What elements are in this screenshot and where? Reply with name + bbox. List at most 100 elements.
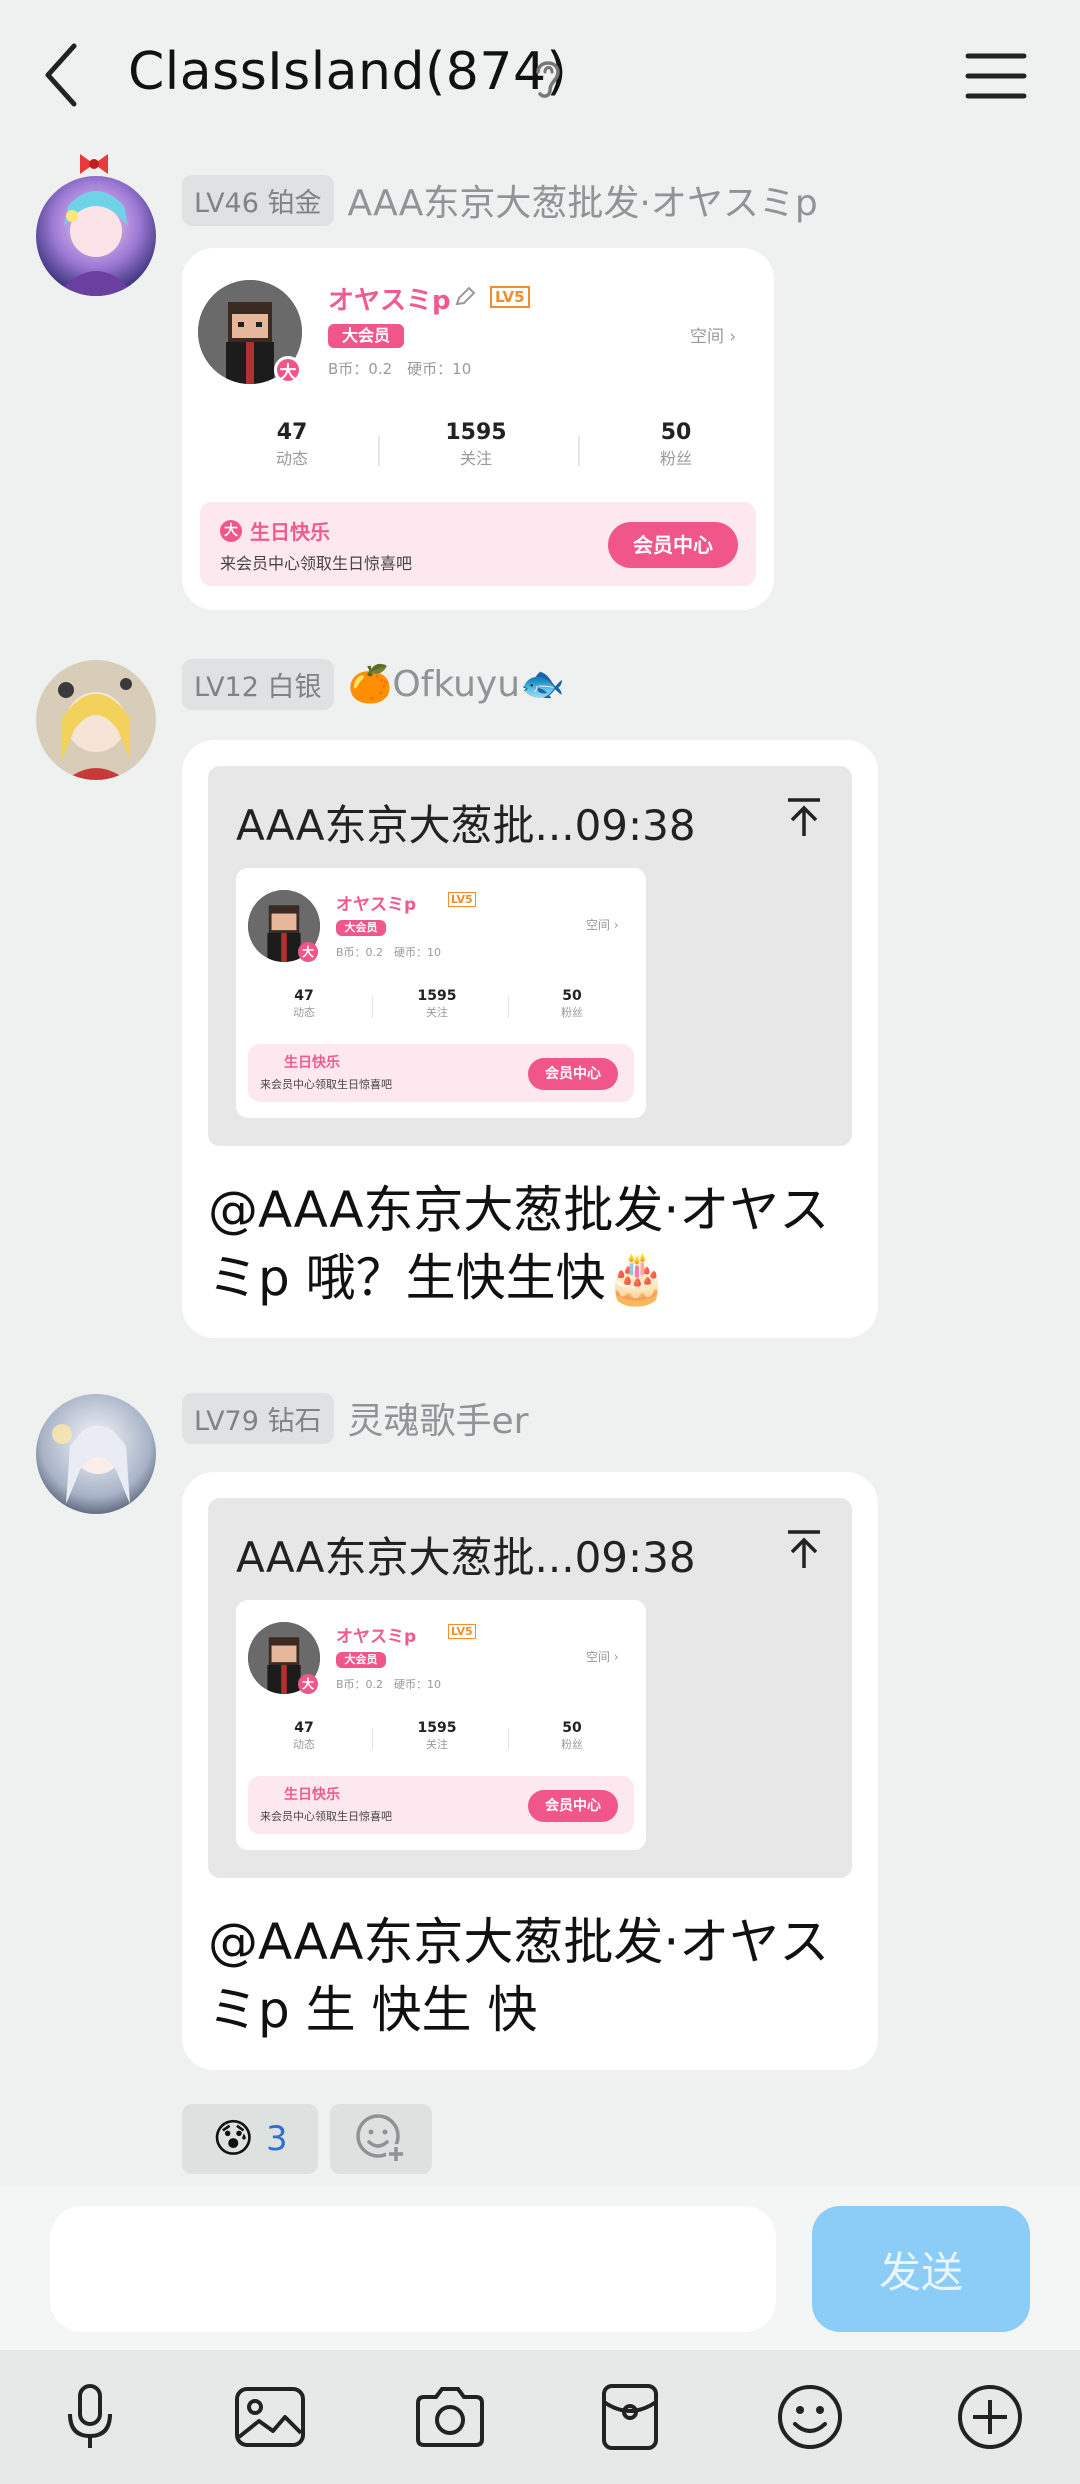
- stat-fans: 50 粉丝: [561, 1720, 583, 1751]
- vip-badge: 大会员: [336, 1652, 386, 1668]
- birthday-title: 生日快乐: [284, 1787, 340, 1803]
- quoted-header: AAA东京大葱批...09:38: [236, 801, 696, 850]
- stat-posts: 47 动态: [275, 420, 308, 468]
- stat-following: 1595 关注: [417, 1720, 457, 1751]
- reaction-count: 3: [266, 2119, 288, 2159]
- level-badge: LV79 钻石: [182, 1392, 334, 1444]
- divider: [378, 436, 380, 466]
- profile-name: オヤスミp: [336, 895, 417, 915]
- user-level-badge: LV5: [448, 892, 476, 907]
- plus-icon: [958, 2385, 1022, 2449]
- quoted-reply[interactable]: AAA东京大葱批...09:38 大 オヤスミp LV5 大会员 B币：0.2 …: [208, 1498, 852, 1878]
- camera-icon: [416, 2387, 484, 2447]
- stat-following: 1595 关注: [417, 988, 457, 1019]
- jump-to-top-icon[interactable]: [784, 1528, 824, 1572]
- message-bubble[interactable]: AAA东京大葱批...09:38 大 オヤスミp LV5 大会员 B币：0.2 …: [182, 1472, 878, 2070]
- message-text: @AAA东京大葱批发·オヤス ミp 哦？生快生快🎂: [208, 1181, 830, 1307]
- avatar[interactable]: [36, 1394, 156, 1514]
- reaction-chip[interactable]: 😰 3: [182, 2104, 318, 2174]
- back-arrow-icon[interactable]: [38, 40, 88, 110]
- divider: [508, 1728, 509, 1750]
- vip-dot: 大: [298, 942, 318, 962]
- red-packet-button[interactable]: [590, 2380, 670, 2454]
- profile-card-thumbnail: 大 オヤスミp LV5 大会员 B币：0.2 硬币：10 空间 › 47 动态 …: [236, 1600, 646, 1850]
- menu-icon[interactable]: [964, 50, 1028, 102]
- vip-dot: 大: [298, 1674, 318, 1694]
- quoted-reply[interactable]: AAA东京大葱批...09:38 大 オヤスミp LV5 大会员 B币：0.2 …: [208, 766, 852, 1146]
- space-link: 空间 ›: [586, 918, 619, 932]
- stat-following: 1595 关注: [445, 420, 507, 468]
- vip-badge: 大会员: [328, 324, 404, 348]
- image-button[interactable]: [230, 2380, 310, 2454]
- edit-icon: [455, 286, 476, 306]
- message-bubble[interactable]: AAA东京大葱批...09:38 大 オヤスミp LV5 大会员 B币：0.2 …: [182, 740, 878, 1338]
- vip-dot: 大: [274, 356, 302, 384]
- birthday-dot-icon: 大: [220, 520, 242, 542]
- mic-icon: [68, 2384, 112, 2448]
- divider: [508, 996, 509, 1018]
- avatar[interactable]: [36, 176, 156, 296]
- message-meta: LV12 白银 🍊Ofkuyu🐟: [182, 658, 565, 710]
- plus-button[interactable]: [950, 2380, 1030, 2454]
- emoji-icon: [778, 2385, 842, 2449]
- profile-name: オヤスミp: [328, 286, 451, 316]
- avatar[interactable]: [36, 660, 156, 780]
- add-reaction-button[interactable]: [330, 2104, 432, 2174]
- divider: [372, 996, 373, 1018]
- message-bubble[interactable]: 大 オヤスミp LV5 大会员 B币：0.2 硬币：10 空间 › 47 动态 …: [182, 248, 774, 610]
- message-meta: LV79 钻石 灵魂歌手er: [182, 1392, 529, 1444]
- birthday-title: 生日快乐: [250, 520, 330, 544]
- birthday-subtitle: 来会员中心领取生日惊喜吧: [260, 1078, 392, 1091]
- send-button[interactable]: 发送: [812, 2206, 1030, 2332]
- camera-button[interactable]: [410, 2380, 490, 2454]
- birthday-title: 生日快乐: [284, 1055, 340, 1071]
- vip-center-button: 会员中心: [528, 1790, 618, 1822]
- chevron-right-icon: ›: [729, 327, 737, 347]
- birthday-subtitle: 来会员中心领取生日惊喜吧: [220, 554, 413, 573]
- vip-center-button[interactable]: 会员中心: [608, 522, 738, 568]
- divider: [372, 1728, 373, 1750]
- user-level-badge: LV5: [490, 286, 530, 308]
- profile-name: オヤスミp: [336, 1627, 417, 1647]
- reaction-emoji: 😰: [212, 2116, 255, 2162]
- chat-header: ClassIsland(874): [0, 0, 1080, 150]
- stat-fans: 50 粉丝: [659, 420, 692, 468]
- coin-info: B币：0.2 硬币：10: [336, 946, 442, 959]
- message-text: @AAA东京大葱批发·オヤス ミp 生 快生 快: [208, 1913, 830, 2039]
- space-link[interactable]: 空间 ›: [690, 322, 736, 347]
- sender-name[interactable]: 灵魂歌手er: [348, 1392, 529, 1444]
- birthday-subtitle: 来会员中心领取生日惊喜吧: [260, 1810, 392, 1823]
- jump-to-top-icon[interactable]: [784, 796, 824, 840]
- divider: [578, 436, 580, 466]
- quoted-header: AAA东京大葱批...09:38: [236, 1533, 696, 1582]
- sender-name[interactable]: 🍊Ofkuyu🐟: [348, 663, 565, 705]
- ear-icon[interactable]: [528, 52, 568, 102]
- birthday-banner: 生日快乐 来会员中心领取生日惊喜吧 会员中心: [248, 1044, 634, 1102]
- stat-posts: 47 动态: [293, 1720, 315, 1751]
- mic-button[interactable]: [50, 2380, 130, 2454]
- stat-fans: 50 粉丝: [561, 988, 583, 1019]
- chat-title: ClassIsland(874): [128, 42, 568, 102]
- space-label: 空间: [690, 327, 724, 347]
- vip-badge: 大会员: [336, 920, 386, 936]
- image-icon: [235, 2387, 305, 2447]
- user-level-badge: LV5: [448, 1624, 476, 1639]
- message-meta: LV46 铂金 AAA东京大葱批发·オヤスミp: [182, 174, 818, 226]
- level-badge: LV46 铂金: [182, 174, 334, 226]
- coin-info: B币：0.2 硬币：10: [336, 1678, 442, 1691]
- birthday-banner[interactable]: 大 生日快乐 来会员中心领取生日惊喜吧 会员中心: [200, 502, 756, 586]
- birthday-banner: 生日快乐 来会员中心领取生日惊喜吧 会员中心: [248, 1776, 634, 1834]
- bottom-toolbar: [0, 2350, 1080, 2484]
- message-input[interactable]: [50, 2206, 776, 2332]
- profile-card[interactable]: 大 オヤスミp LV5 大会员 B币：0.2 硬币：10 空间 › 47 动态 …: [182, 248, 774, 610]
- red-packet-icon: [602, 2384, 658, 2450]
- add-emoji-icon: [356, 2114, 406, 2164]
- emoji-button[interactable]: [770, 2380, 850, 2454]
- sender-name[interactable]: AAA东京大葱批发·オヤスミp: [348, 174, 818, 226]
- bow-decoration-icon: [80, 154, 108, 174]
- vip-center-button: 会员中心: [528, 1058, 618, 1090]
- profile-card-thumbnail: 大 オヤスミp LV5 大会员 B币：0.2 硬币：10 空间 › 47 动态 …: [236, 868, 646, 1118]
- coin-info: B币：0.2 硬币：10: [328, 360, 472, 378]
- stat-posts: 47 动态: [293, 988, 315, 1019]
- level-badge: LV12 白银: [182, 658, 334, 710]
